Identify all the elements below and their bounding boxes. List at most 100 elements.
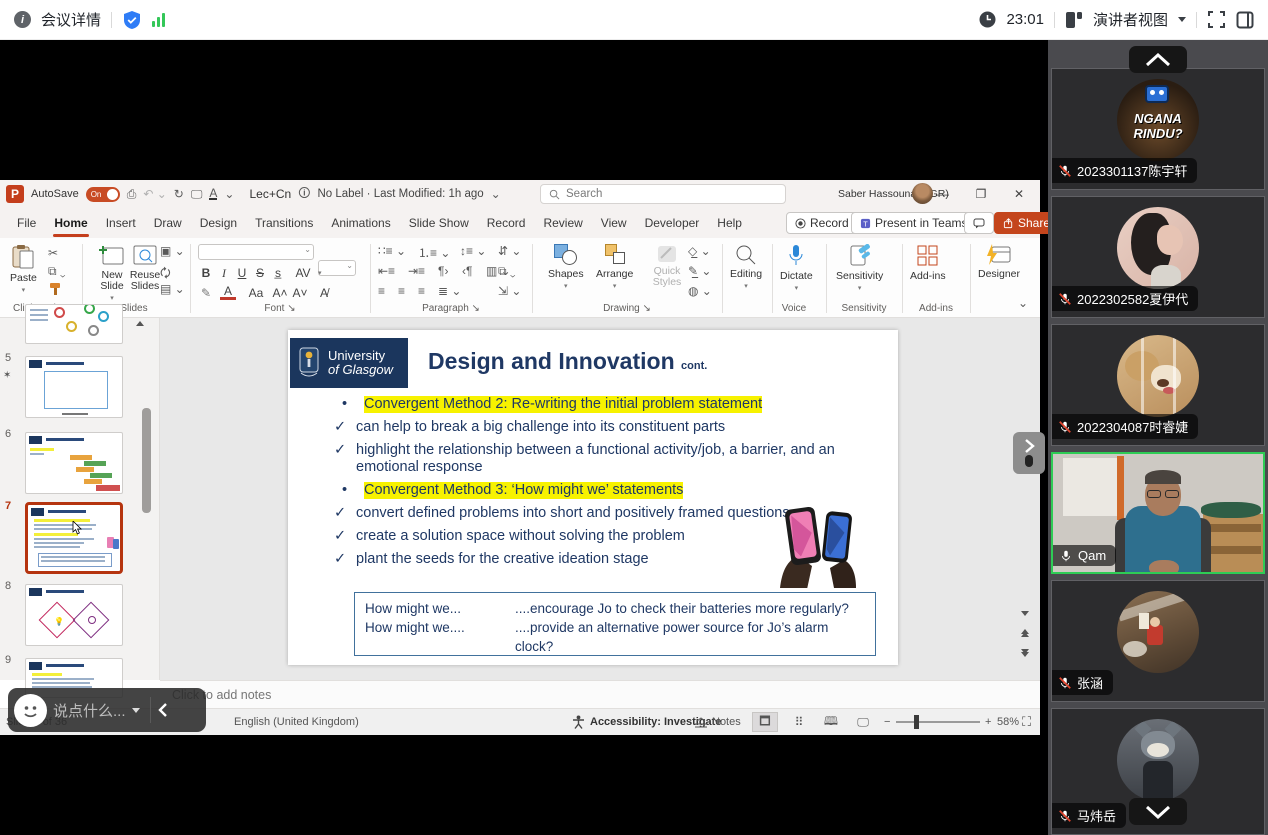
undo-icon[interactable]: ↶ ⌄	[143, 187, 166, 201]
thumbnail-slide-8[interactable]: 💡	[25, 584, 123, 646]
arrange-button[interactable]: Arrange▾	[596, 244, 633, 290]
tab-developer[interactable]: Developer	[636, 211, 709, 235]
quick-access-customize-icon[interactable]: ⌄	[224, 187, 234, 201]
tab-file[interactable]: File	[8, 211, 45, 235]
thumbnail-slide-6[interactable]	[25, 432, 123, 494]
tab-record[interactable]: Record	[478, 211, 535, 235]
dialog-launcher-icon[interactable]: ↘	[472, 303, 480, 314]
participant-tile[interactable]: NGANA RINDU? 2023301137陈宇轩	[1051, 68, 1265, 190]
font-name-combo[interactable]	[198, 244, 314, 260]
chat-options-caret-icon[interactable]	[132, 708, 140, 713]
text-shadow-button[interactable]: s̲	[270, 266, 286, 280]
scroll-participants-up-button[interactable]	[1129, 46, 1187, 73]
scroll-participants-down-button[interactable]	[1129, 798, 1187, 825]
sensitivity-label-icon[interactable]: 🛈	[298, 184, 310, 205]
collapse-ribbon-icon[interactable]: ⌄	[1018, 296, 1028, 310]
zoom-out-button[interactable]: −	[884, 716, 890, 728]
collapse-chat-chevron-icon[interactable]	[157, 702, 169, 718]
spacing-caret-icon[interactable]: ▾	[318, 269, 322, 277]
redo-icon[interactable]: ↻	[174, 187, 184, 201]
close-button[interactable]: ✕	[1004, 182, 1034, 206]
tab-insert[interactable]: Insert	[97, 211, 145, 235]
shape-outline-icon[interactable]: ✎̲ ⌄	[688, 264, 711, 278]
underline-button[interactable]: U	[234, 266, 250, 280]
text-direction-icon[interactable]: ¶›	[438, 264, 448, 278]
sort-icon[interactable]: ⇵ ⌄	[498, 244, 521, 258]
thumbnail-slide-7-selected[interactable]	[25, 502, 123, 574]
align-right-icon[interactable]: ≡	[418, 284, 425, 298]
bold-button[interactable]: B	[198, 266, 214, 280]
meeting-info-icon[interactable]: i	[14, 11, 31, 28]
sidebar-collapse-handle[interactable]	[1013, 432, 1045, 474]
record-button[interactable]: Record	[786, 212, 858, 234]
shape-fill-icon[interactable]: ◇̲ ⌄	[688, 244, 711, 258]
tab-help[interactable]: Help	[708, 211, 751, 235]
label-status[interactable]: No Label · Last Modified: 1h ago	[317, 188, 483, 200]
restore-button[interactable]: ❐	[966, 182, 996, 206]
zoom-slider-track[interactable]	[896, 721, 980, 723]
network-signal-icon[interactable]	[152, 13, 165, 27]
normal-view-button[interactable]: 🗖	[752, 712, 778, 732]
dictate-button[interactable]: Dictate▾	[780, 244, 813, 292]
emoji-button[interactable]	[14, 694, 47, 727]
quick-styles-button[interactable]: Quick Styles	[646, 244, 688, 288]
slideshow-view-button[interactable]: 🖵	[850, 712, 876, 732]
slide-sorter-view-button[interactable]: ⠿	[786, 712, 812, 732]
convert-icon[interactable]: ⇲ ⌄	[498, 284, 521, 298]
previous-slide-button[interactable]	[1021, 628, 1029, 638]
addins-button[interactable]: Add-ins	[910, 244, 946, 282]
comments-button[interactable]	[964, 212, 994, 234]
view-mode-caret-icon[interactable]	[1178, 17, 1186, 22]
label-status-caret-icon[interactable]: ⌄	[491, 187, 501, 201]
format-painter-icon[interactable]	[48, 282, 64, 296]
tab-design[interactable]: Design	[191, 211, 246, 235]
current-slide-canvas[interactable]: Universityof Glasgow Design and Innovati…	[288, 330, 898, 665]
zoom-level[interactable]: 58%	[997, 716, 1019, 728]
scroll-down-icon[interactable]	[1021, 610, 1029, 617]
change-case-button[interactable]: Aa	[244, 286, 268, 300]
language-status[interactable]: English (United Kingdom)	[234, 716, 359, 728]
ppt-search-box[interactable]: Search	[540, 184, 786, 204]
copy-icon[interactable]: ⧉ ⌄	[48, 264, 66, 279]
dialog-launcher-icon[interactable]: ↘	[287, 303, 295, 314]
participant-tile-active-speaker[interactable]: Qam	[1051, 452, 1265, 574]
tab-transitions[interactable]: Transitions	[246, 211, 322, 235]
tab-draw[interactable]: Draw	[145, 211, 191, 235]
dialog-launcher-icon[interactable]: ↘	[643, 303, 651, 314]
shape-effects-icon[interactable]: ◍ ⌄	[688, 284, 712, 298]
tab-view[interactable]: View	[592, 211, 636, 235]
sensitivity-button[interactable]: Sensitivity▾	[836, 244, 883, 292]
thumbnails-scrollbar[interactable]	[142, 408, 151, 513]
fullscreen-icon[interactable]	[1207, 10, 1226, 29]
character-spacing-button[interactable]: AV	[290, 266, 316, 280]
tab-home[interactable]: Home	[45, 211, 96, 235]
speaker-view-icon[interactable]	[1065, 11, 1083, 29]
save-icon[interactable]: ⎙	[127, 187, 137, 202]
align-left-icon[interactable]: ≡	[378, 284, 385, 298]
side-panel-toggle-icon[interactable]	[1236, 11, 1254, 29]
present-in-teams-button[interactable]: TPresent in Teams	[851, 212, 977, 234]
align-center-icon[interactable]: ≡	[398, 284, 405, 298]
tab-review[interactable]: Review	[534, 211, 591, 235]
participant-tile[interactable]: 2022302582夏伊代	[1051, 196, 1265, 318]
italic-button[interactable]: I	[216, 266, 232, 281]
justify-icon[interactable]: ≣ ⌄	[438, 284, 461, 298]
tab-animations[interactable]: Animations	[322, 211, 399, 235]
notes-pane[interactable]: Click to add notes	[160, 680, 1040, 708]
reading-view-button[interactable]: 🕮	[818, 712, 844, 732]
tab-slideshow[interactable]: Slide Show	[400, 211, 478, 235]
next-slide-button[interactable]	[1021, 648, 1029, 658]
editing-button[interactable]: Editing▾	[730, 244, 762, 290]
security-shield-icon[interactable]	[122, 10, 142, 30]
zoom-in-button[interactable]: +	[985, 716, 991, 728]
grow-font-button[interactable]: A˄	[272, 286, 288, 300]
view-mode-label[interactable]: 演讲者视图	[1093, 9, 1168, 30]
clear-formatting-button[interactable]: A̸	[316, 286, 332, 300]
minimize-button[interactable]: —	[928, 182, 958, 206]
thumbnail-slide-4[interactable]	[25, 304, 123, 344]
thumbnail-slide-5[interactable]	[25, 356, 123, 418]
font-size-combo[interactable]	[318, 260, 356, 276]
slide-layout-icon[interactable]: ▣ ⌄	[160, 244, 185, 258]
numbering-icon[interactable]: ⒈≡ ⌄	[418, 244, 450, 261]
zoom-slider-thumb[interactable]	[914, 715, 919, 729]
